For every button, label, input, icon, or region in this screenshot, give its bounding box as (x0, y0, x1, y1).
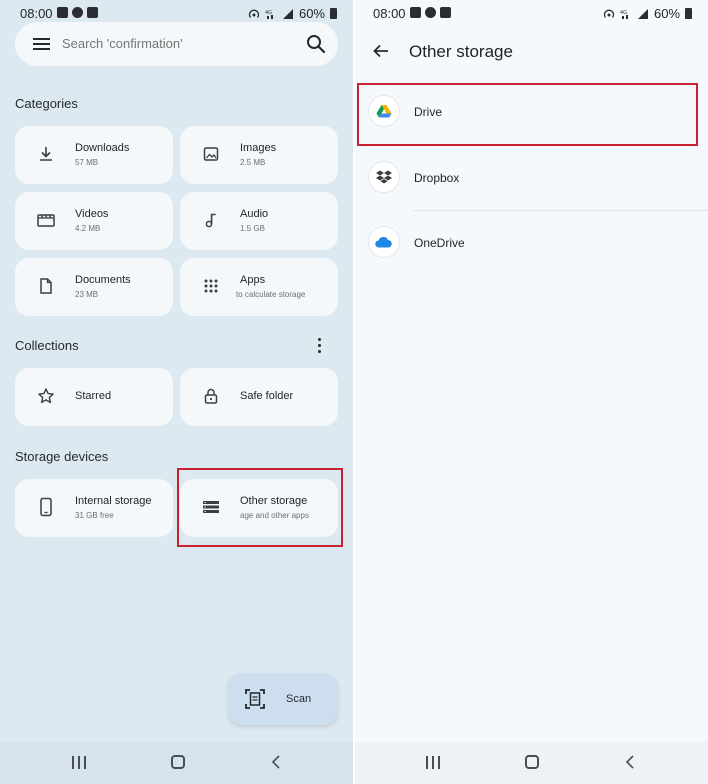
status-time: 08:00 (373, 6, 406, 21)
system-icons: 4G 60% (248, 6, 337, 21)
document-icon (35, 275, 57, 297)
app-bar: Other storage (355, 28, 708, 78)
collection-label: Safe folder (240, 390, 294, 402)
category-size: 1.5 GB (240, 224, 265, 233)
navigation-bar (0, 742, 353, 784)
battery-icon (330, 8, 337, 19)
lock-icon (200, 385, 222, 407)
collection-safe-folder[interactable]: Safe folder (180, 368, 338, 426)
system-icons: 4G 60% (603, 6, 692, 21)
star-icon (35, 385, 57, 407)
category-label: Images (240, 142, 277, 154)
status-time: 08:00 (20, 6, 53, 21)
storage-item-label: Dropbox (414, 171, 460, 185)
video-icon (35, 209, 57, 231)
4g-signal-icon: 4G (265, 10, 273, 19)
category-documents[interactable]: Documents 23 MB (15, 258, 173, 316)
battery-icon (685, 8, 692, 19)
category-downloads[interactable]: Downloads 57 MB (15, 126, 173, 184)
navigation-bar (355, 742, 708, 784)
back-nav-button[interactable] (625, 754, 635, 770)
category-size: 57 MB (75, 158, 99, 167)
category-label: Audio (240, 208, 269, 220)
storage-free: 31 GB free (75, 511, 114, 520)
category-label: Apps (240, 274, 266, 286)
hamburger-menu-icon[interactable] (33, 38, 50, 50)
recents-button[interactable] (72, 756, 86, 769)
4g-signal-icon: 4G (620, 10, 628, 19)
pinterest-notification-icon (72, 7, 83, 18)
music-note-icon (200, 209, 222, 231)
battery-percent: 60% (653, 6, 680, 21)
scan-document-icon (245, 689, 265, 709)
hotspot-icon (248, 9, 260, 18)
storage-label: Internal storage (75, 495, 152, 507)
storage-item-onedrive[interactable]: OneDrive (355, 211, 708, 276)
files-main-screen: 08:00 4G 60% Categories Downloads 57 MB (0, 0, 353, 784)
category-size: 2.5 MB (240, 158, 266, 167)
status-bar: 08:00 4G 60% (355, 0, 708, 28)
gallery-notification-icon (410, 7, 421, 18)
search-input[interactable] (62, 36, 292, 51)
category-size: 23 MB (75, 290, 99, 299)
gallery-notification-icon (57, 7, 68, 18)
highlight-box-other-storage (177, 468, 343, 547)
download-icon (35, 143, 57, 165)
battery-percent: 60% (298, 6, 325, 21)
search-icon[interactable] (306, 34, 326, 54)
dropbox-icon (369, 162, 399, 192)
notification-icons (410, 7, 451, 18)
highlight-box-drive (357, 83, 698, 146)
apps-grid-icon (200, 275, 222, 297)
category-audio[interactable]: Audio 1.5 GB (180, 192, 338, 250)
phone-icon (35, 496, 57, 518)
storage-internal[interactable]: Internal storage 31 GB free (15, 479, 173, 537)
categories-heading: Categories (15, 96, 78, 111)
category-apps[interactable]: Apps to calculate storage (180, 258, 338, 316)
collection-starred[interactable]: Starred (15, 368, 173, 426)
back-arrow-icon[interactable] (372, 42, 390, 60)
onedrive-icon (369, 227, 399, 257)
signal-strength-icon (637, 8, 648, 19)
scan-button[interactable]: Scan (228, 673, 338, 725)
category-label: Documents (75, 274, 131, 286)
recents-button[interactable] (426, 756, 440, 769)
storage-item-label: OneDrive (414, 236, 465, 250)
hotspot-icon (603, 9, 615, 18)
collections-heading: Collections (15, 338, 79, 353)
category-size: 4.2 MB (75, 224, 101, 233)
notification-icons (57, 7, 98, 18)
storage-item-dropbox[interactable]: Dropbox (355, 146, 708, 211)
image-icon (200, 143, 222, 165)
more-options-icon[interactable] (318, 338, 322, 356)
search-bar[interactable] (15, 22, 338, 66)
home-button[interactable] (525, 755, 539, 769)
category-label: Videos (75, 208, 109, 220)
home-button[interactable] (171, 755, 185, 769)
pinterest-notification-icon (425, 7, 436, 18)
category-videos[interactable]: Videos 4.2 MB (15, 192, 173, 250)
category-label: Downloads (75, 142, 130, 154)
scan-label: Scan (286, 693, 312, 705)
category-size: to calculate storage (236, 290, 306, 299)
category-images[interactable]: Images 2.5 MB (180, 126, 338, 184)
signal-strength-icon (282, 8, 293, 19)
back-nav-button[interactable] (271, 754, 281, 770)
page-title: Other storage (409, 42, 513, 61)
check-notification-icon (87, 7, 98, 18)
storage-devices-heading: Storage devices (15, 449, 109, 464)
other-storage-screen: 08:00 4G 60% Other storage Drive Dropbox… (355, 0, 708, 784)
collection-label: Starred (75, 390, 112, 402)
check-notification-icon (440, 7, 451, 18)
